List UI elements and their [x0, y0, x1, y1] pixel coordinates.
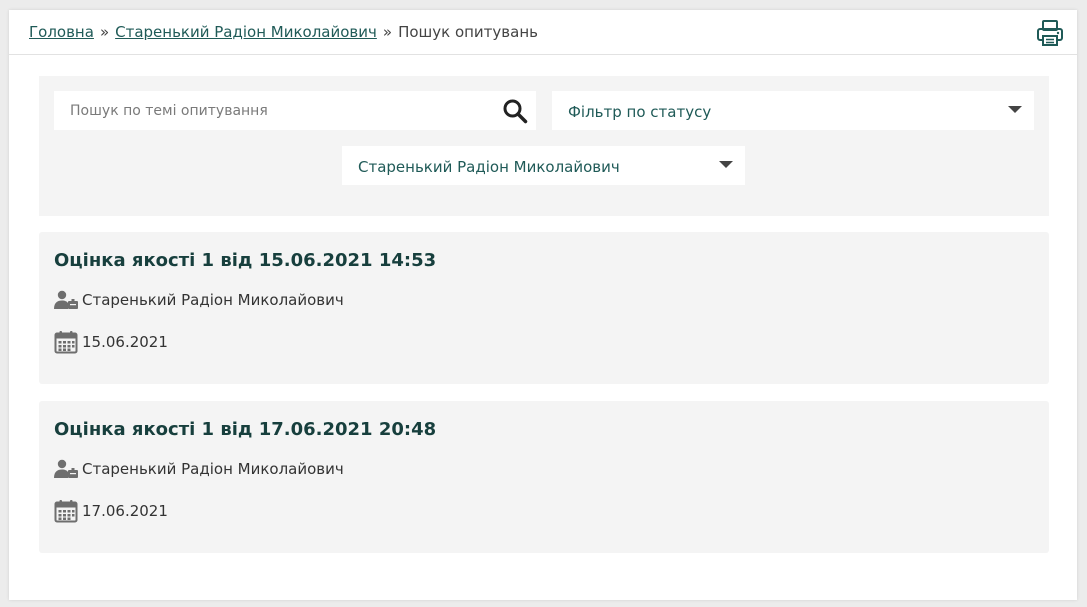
survey-item: Оцінка якості 1 від 17.06.2021 20:48 Ста… — [39, 401, 1049, 553]
top-bar: Головна » Старенький Радіон Миколайович » По… — [9, 10, 1077, 55]
printer-icon — [1037, 20, 1063, 46]
status-filter-label: Фільтр по статусу — [568, 103, 712, 121]
survey-person: Старенький Радіон Миколайович — [54, 290, 344, 310]
calendar-icon — [54, 331, 78, 354]
search-input[interactable] — [54, 91, 484, 130]
survey-date-value: 15.06.2021 — [82, 333, 168, 351]
survey-person-name: Старенький Радіон Миколайович — [82, 291, 344, 309]
person-filter-select[interactable]: Старенький Радіон Миколайович — [342, 146, 745, 185]
survey-person: Старенький Радіон Миколайович — [54, 459, 344, 479]
caret-down-icon — [1008, 106, 1022, 113]
survey-item: Оцінка якості 1 від 15.06.2021 14:53 Ста… — [39, 232, 1049, 384]
breadcrumb: Головна » Старенький Радіон Миколайович » По… — [29, 23, 538, 41]
caret-down-icon — [719, 161, 733, 168]
breadcrumb-home-link[interactable]: Головна — [29, 23, 94, 41]
breadcrumb-separator: » — [99, 23, 110, 41]
survey-date: 17.06.2021 — [54, 499, 168, 523]
survey-date: 15.06.2021 — [54, 330, 168, 354]
survey-title[interactable]: Оцінка якості 1 від 17.06.2021 20:48 — [54, 419, 436, 440]
survey-title[interactable]: Оцінка якості 1 від 15.06.2021 14:53 — [54, 250, 436, 271]
survey-date-value: 17.06.2021 — [82, 502, 168, 520]
person-filter-label: Старенький Радіон Миколайович — [358, 158, 620, 176]
status-filter-select[interactable]: Фільтр по статусу — [552, 91, 1034, 130]
user-badge-icon — [54, 459, 78, 478]
search-box — [54, 91, 536, 130]
filter-panel: Фільтр по статусу Старенький Радіон Мико… — [39, 76, 1049, 216]
breadcrumb-person-link[interactable]: Старенький Радіон Миколайович — [115, 23, 377, 41]
print-button[interactable] — [1035, 18, 1065, 48]
search-icon[interactable] — [502, 98, 528, 124]
user-badge-icon — [54, 290, 78, 309]
calendar-icon — [54, 500, 78, 523]
breadcrumb-current: Пошук опитувань — [398, 23, 538, 41]
survey-person-name: Старенький Радіон Миколайович — [82, 460, 344, 478]
main-card: Головна » Старенький Радіон Миколайович » По… — [9, 10, 1077, 600]
breadcrumb-separator: » — [382, 23, 393, 41]
